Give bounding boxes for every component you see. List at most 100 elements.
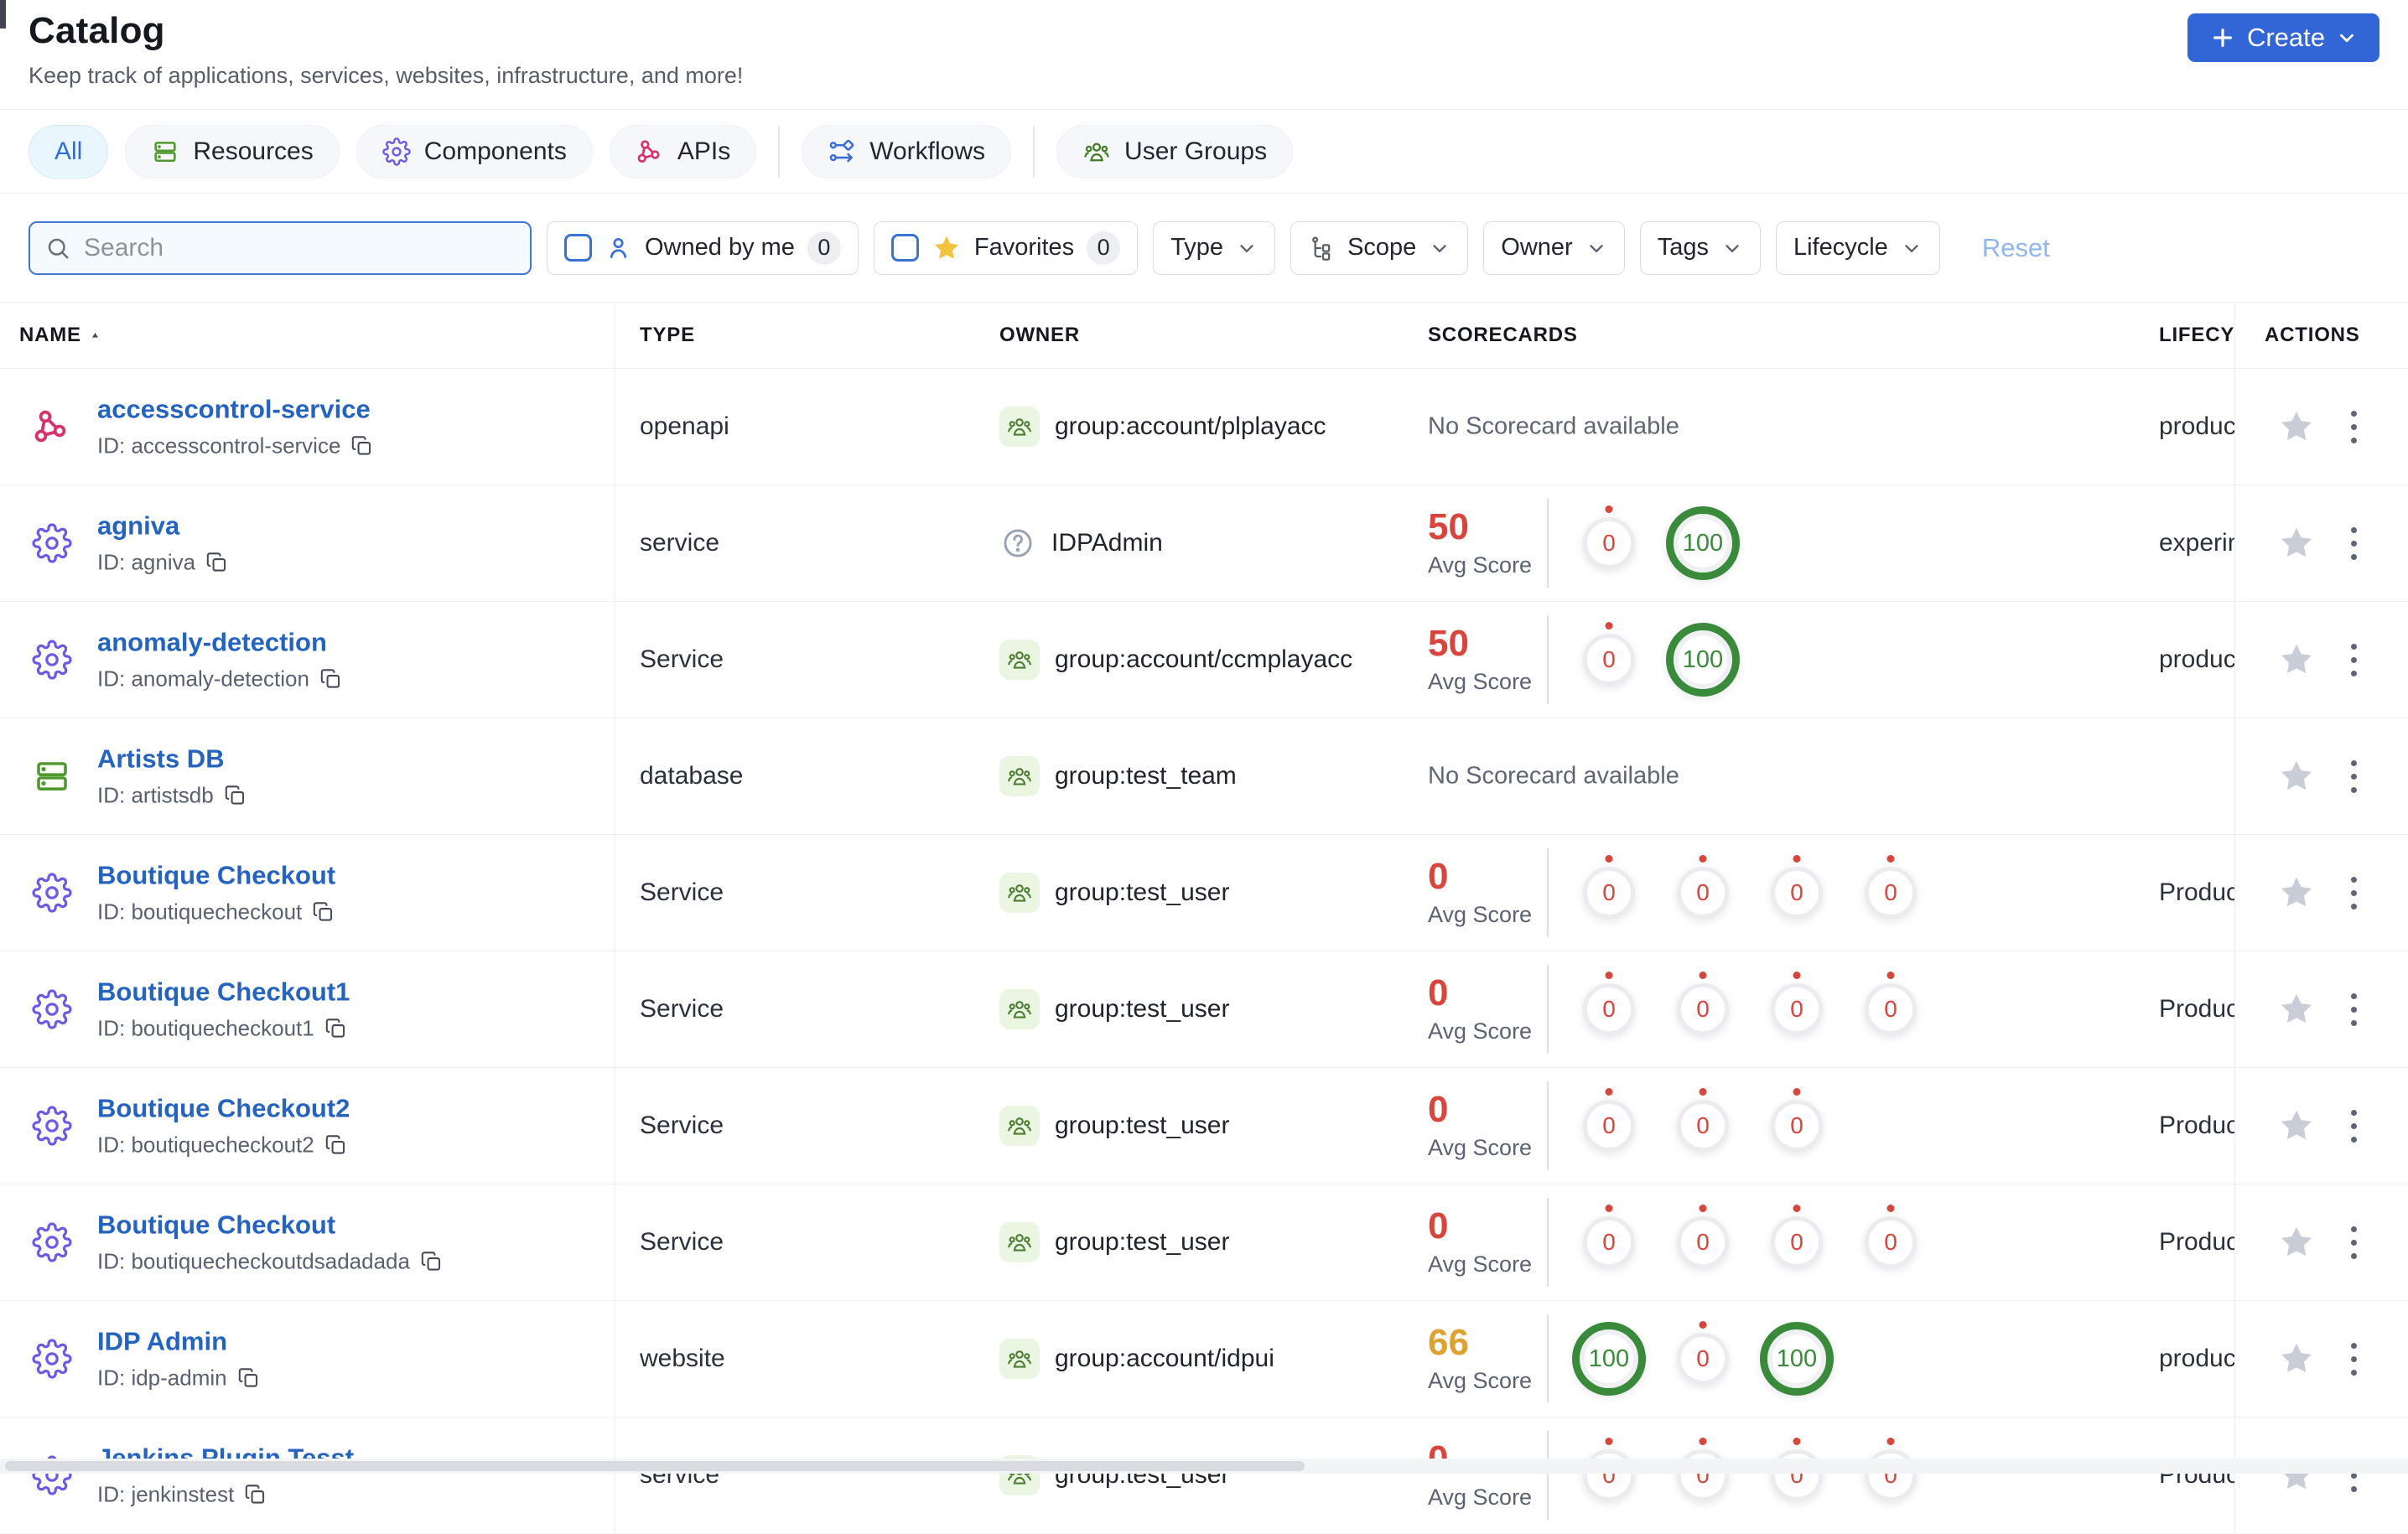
type-dropdown[interactable]: Type [1153,220,1276,275]
column-header-name[interactable]: NAME [19,324,102,347]
copy-id-button[interactable] [319,668,342,691]
favorite-star-button[interactable] [2272,1334,2321,1383]
tab-group-divider [1033,125,1035,178]
copy-id-button[interactable] [420,1251,443,1273]
entity-id-text: ID: jenkinstest [97,1481,235,1507]
entity-id: ID: agniva [97,550,228,576]
scorecard-badges: 0000 [1562,957,1938,1061]
chevron-down-icon [1585,237,1607,259]
scorecard-badge-slot: 0 [1750,957,1844,1061]
api-icon [32,407,72,447]
owned-by-me-checkbox[interactable] [564,234,592,262]
scorecards-cell: No Scorecard available [1428,413,1679,441]
copy-id-button[interactable] [324,1134,347,1157]
owner-dropdown[interactable]: Owner [1483,220,1625,275]
scorecards-cell: 66 Avg Score 100 0 100 [1428,1307,1844,1411]
copy-id-button[interactable] [324,1018,347,1040]
copy-id-button[interactable] [237,1367,260,1390]
scorecard-score-circle: 0 [1677,1216,1729,1268]
favorite-star-button[interactable] [2272,519,2321,567]
entity-name-link[interactable]: Boutique Checkout [97,861,335,891]
components-icon [382,137,411,166]
tab-user-groups[interactable]: User Groups [1056,124,1294,179]
column-header-scorecards[interactable]: SCORECARDS [1428,324,1578,347]
row-menu-kebab-button[interactable] [2346,406,2362,448]
entity-type: Service [640,995,724,1023]
avg-score-label: Avg Score [1428,901,1533,927]
row-menu-kebab-button[interactable] [2346,522,2362,565]
scorecard-badge-slot: 0 [1656,1074,1750,1178]
table-row: IDP Admin ID: idp-admin website group:accou… [0,1301,2408,1417]
copy-id-button[interactable] [244,1484,267,1506]
scorecard-score-circle: 100 [1572,1322,1646,1396]
owner-group-chip [999,1222,1040,1262]
tab-label: All [54,137,83,165]
entity-owner: group:test_user [999,1106,1229,1146]
tab-resources[interactable]: Resources [125,124,340,179]
favorite-star-button[interactable] [2272,985,2321,1034]
tab-label: Workflows [869,137,986,165]
entity-name-link[interactable]: Boutique Checkout1 [97,977,350,1008]
entity-name-link[interactable]: Artists DB [97,744,247,775]
scorecard-badge-slot: 100 [1656,491,1750,595]
actions-cell [2234,1068,2408,1184]
scorecards-cell: 0 Avg Score 0 0 0 [1428,1074,1844,1178]
row-menu-kebab-button[interactable] [2346,1221,2362,1264]
dropdown-label: Lifecycle [1793,234,1888,261]
copy-id-button[interactable] [350,435,373,458]
owned-by-me-filter[interactable]: Owned by me 0 [547,220,859,275]
column-header-type[interactable]: TYPE [640,324,695,347]
entity-name-link[interactable]: anomaly-detection [97,628,342,658]
favorite-star-button[interactable] [2272,1101,2321,1150]
row-menu-kebab-button[interactable] [2346,1338,2362,1381]
entity-name-link[interactable]: agniva [97,511,228,542]
avg-score-label: Avg Score [1428,1484,1533,1510]
favorite-star-button[interactable] [2272,752,2321,801]
search-input[interactable] [82,232,515,263]
entity-name-link[interactable]: accesscontrol-service [97,395,373,425]
tab-apis[interactable]: APIs [609,124,757,179]
favorite-star-button[interactable] [2272,635,2321,684]
favorite-star-button[interactable] [2272,868,2321,917]
entity-name-link[interactable]: Boutique Checkout2 [97,1094,350,1124]
search-box[interactable] [29,220,532,275]
scorecards-cell: 50 Avg Score 0 100 [1428,491,1750,595]
entity-name-link[interactable]: Boutique Checkout [97,1210,443,1241]
row-menu-kebab-button[interactable] [2346,755,2362,798]
reset-filters-button[interactable]: Reset [1977,232,2055,264]
scorecard-badges: 0 100 [1562,491,1750,595]
horizontal-scrollbar-thumb[interactable] [5,1461,1305,1471]
scorecard-badges: 000 [1562,1074,1844,1178]
tags-dropdown[interactable]: Tags [1639,220,1761,275]
avg-score: 0Avg Score [1428,1440,1547,1511]
entity-name-cell: agniva ID: agniva [97,511,228,576]
tab-components[interactable]: Components [355,124,593,179]
favorites-checkbox[interactable] [890,234,919,262]
catalog-table: NAME TYPE OWNER SCORECARDS LIFECYCLE ACT… [0,302,2408,1534]
favorites-filter[interactable]: Favorites 0 [873,220,1139,275]
lifecycle-dropdown[interactable]: Lifecycle [1775,220,1940,275]
tab-workflows[interactable]: Workflows [802,124,1012,179]
row-menu-kebab-button[interactable] [2346,639,2362,681]
favorite-star-button[interactable] [2272,402,2321,451]
copy-id-button[interactable] [205,552,228,574]
actions-cell [2234,1184,2408,1300]
scope-dropdown[interactable]: Scope [1290,220,1469,275]
row-menu-kebab-button[interactable] [2346,872,2362,915]
copy-id-button[interactable] [224,785,247,807]
scorecard-score-circle: 0 [1677,1449,1729,1501]
scorecard-badge-slot: 0 [1656,957,1750,1061]
scorecard-badge-slot: 0 [1750,1190,1844,1294]
copy-id-button[interactable] [312,901,335,924]
row-menu-kebab-button[interactable] [2346,988,2362,1031]
entity-id: ID: boutiquecheckout [97,899,335,925]
column-header-owner[interactable]: OWNER [999,324,1080,347]
create-button[interactable]: Create [2187,13,2379,62]
favorite-star-button[interactable] [2272,1218,2321,1267]
row-menu-kebab-button[interactable] [2346,1105,2362,1148]
avg-score-label: Avg Score [1428,1251,1533,1277]
entity-owner: group:test_user [999,989,1229,1029]
entity-name-link[interactable]: IDP Admin [97,1327,260,1357]
group-icon [1008,1350,1031,1368]
tab-all[interactable]: All [29,124,109,179]
